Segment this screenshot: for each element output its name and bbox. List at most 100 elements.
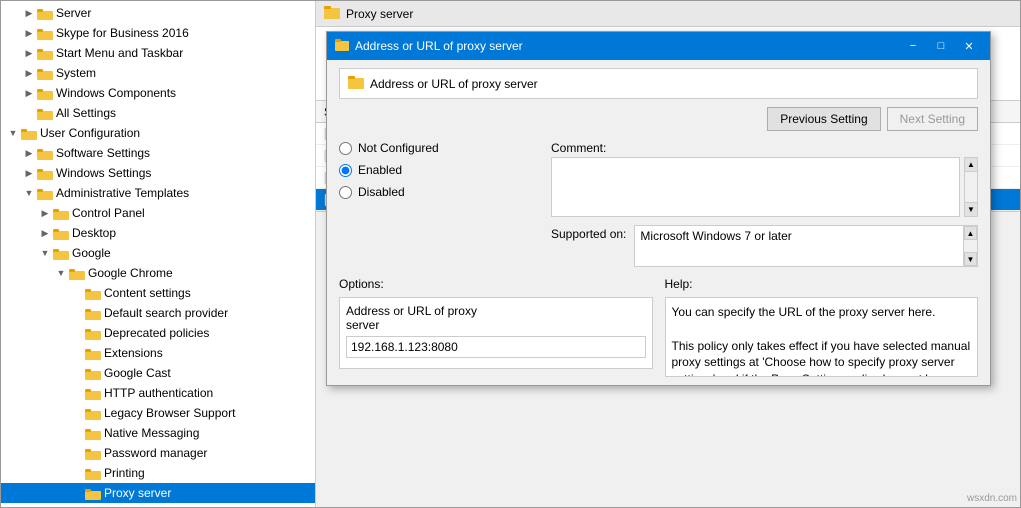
tree-item-googlecast[interactable]: Google Cast — [1, 363, 315, 383]
radio-group: Not Configured Enabled Disabled — [339, 141, 539, 199]
tree-item-label: Native Messaging — [104, 426, 199, 440]
folder-icon — [85, 346, 101, 360]
comment-scroll-up[interactable]: ▲ — [965, 158, 977, 172]
comment-textarea[interactable] — [551, 157, 960, 217]
chevron-icon — [69, 485, 85, 501]
tree-item-userconfig[interactable]: ▼ User Configuration — [1, 123, 315, 143]
tree-item-controlpanel[interactable]: ▶ Control Panel — [1, 203, 315, 223]
chevron-icon — [69, 345, 85, 361]
modal-title-text: Address or URL of proxy server — [355, 39, 523, 53]
radio-enabled[interactable]: Enabled — [339, 163, 539, 177]
tree-item-label: Google Cast — [104, 366, 171, 380]
tree-item-admtemplates[interactable]: ▼ Administrative Templates — [1, 183, 315, 203]
tree-item-label: Content settings — [104, 286, 191, 300]
chevron-icon: ▼ — [37, 245, 53, 261]
tree-item-windowssettings[interactable]: ▶ Windows Settings — [1, 163, 315, 183]
watermark: wsxdn.com — [967, 493, 1017, 504]
comment-scroll-down[interactable]: ▼ — [965, 202, 977, 216]
modal-titlebar: Address or URL of proxy server − □ ✕ — [327, 32, 990, 60]
chevron-icon — [69, 325, 85, 341]
chevron-icon: ▶ — [37, 205, 53, 221]
tree-item-legacybrowser[interactable]: Legacy Browser Support — [1, 403, 315, 423]
tree-item-startmenu[interactable]: ▶ Start Menu and Taskbar — [1, 43, 315, 63]
tree-item-proxyserver[interactable]: Proxy server — [1, 483, 315, 503]
options-box: Address or URL of proxy server — [339, 297, 653, 369]
chevron-icon: ▶ — [21, 85, 37, 101]
tree-item-label: User Configuration — [40, 126, 140, 140]
chevron-icon: ▼ — [5, 125, 21, 141]
folder-icon — [85, 386, 101, 400]
comment-section: Comment: ▲ ▼ — [551, 141, 978, 217]
radio-enabled-input[interactable] — [339, 164, 352, 177]
folder-icon — [69, 266, 85, 280]
right-panel: Proxy server Address or URL of proxy ser… — [316, 1, 1020, 507]
tree-item-label: Deprecated policies — [104, 326, 209, 340]
tree-item-allsettings[interactable]: All Settings — [1, 103, 315, 123]
folder-icon — [37, 146, 53, 160]
folder-icon — [37, 166, 53, 180]
proxy-url-input[interactable] — [346, 336, 646, 358]
chevron-icon — [69, 385, 85, 401]
tree-item-label: Desktop — [72, 226, 116, 240]
tree-item-deprecated[interactable]: Deprecated policies — [1, 323, 315, 343]
tree-item-server[interactable]: ▶ Server — [1, 3, 315, 23]
chevron-icon: ▶ — [21, 165, 37, 181]
chevron-icon — [69, 305, 85, 321]
folder-icon — [85, 466, 101, 480]
policy-header: Proxy server — [316, 1, 1020, 27]
supported-scroll-up[interactable]: ▲ — [964, 226, 977, 240]
next-setting-button[interactable]: Next Setting — [887, 107, 978, 131]
tree-item-label: Windows Settings — [56, 166, 151, 180]
minimize-button[interactable]: − — [900, 35, 926, 57]
options-panel: Options: Address or URL of proxy server — [339, 277, 653, 377]
close-button[interactable]: ✕ — [956, 35, 982, 57]
chevron-icon: ▼ — [53, 265, 69, 281]
tree-item-label: Extensions — [104, 346, 163, 360]
previous-setting-button[interactable]: Previous Setting — [767, 107, 880, 131]
radio-not-configured-label: Not Configured — [358, 141, 439, 155]
tree-item-defaultsearch[interactable]: Default search provider — [1, 303, 315, 323]
help-box: You can specify the URL of the proxy ser… — [665, 297, 979, 377]
tree-item-printing[interactable]: Printing — [1, 463, 315, 483]
tree-item-softwaresettings[interactable]: ▶ Software Settings — [1, 143, 315, 163]
chevron-icon: ▶ — [21, 145, 37, 161]
modal-dialog[interactable]: Address or URL of proxy server − □ ✕ — [326, 31, 991, 386]
tree-item-contentsettings[interactable]: Content settings — [1, 283, 315, 303]
modal-content: Address or URL of proxy server Previous … — [327, 60, 990, 385]
chevron-icon — [69, 505, 85, 507]
tree-item-label: Server — [56, 6, 91, 20]
radio-not-configured-input[interactable] — [339, 142, 352, 155]
modal-bottom: Options: Address or URL of proxy server — [339, 277, 978, 377]
tree-item-desktop[interactable]: ▶ Desktop — [1, 223, 315, 243]
folder-icon — [324, 5, 340, 22]
supported-scroll-down[interactable]: ▼ — [964, 252, 977, 266]
tree-scroll[interactable]: ▶ Server▶ Skype for Business 2016▶ Start… — [1, 1, 315, 507]
options-input-row — [346, 336, 646, 358]
tree-item-passwordmgr[interactable]: Password manager — [1, 443, 315, 463]
folder-icon — [85, 506, 101, 507]
tree-panel: ▶ Server▶ Skype for Business 2016▶ Start… — [1, 1, 316, 507]
radio-disabled-input[interactable] — [339, 186, 352, 199]
tree-item-remoteaccess[interactable]: Remote access — [1, 503, 315, 507]
maximize-button[interactable]: □ — [928, 35, 954, 57]
tree-item-extensions[interactable]: Extensions — [1, 343, 315, 363]
tree-item-google[interactable]: ▼ Google — [1, 243, 315, 263]
radio-not-configured[interactable]: Not Configured — [339, 141, 539, 155]
tree-item-system[interactable]: ▶ System — [1, 63, 315, 83]
radio-disabled[interactable]: Disabled — [339, 185, 539, 199]
modal-subtitle-text: Address or URL of proxy server — [370, 77, 538, 91]
tree-item-httpaauth[interactable]: HTTP authentication — [1, 383, 315, 403]
modal-title-bar-label: Address or URL of proxy server — [335, 38, 523, 55]
tree-item-wincomponents[interactable]: ▶ Windows Components — [1, 83, 315, 103]
tree-item-nativemessaging[interactable]: Native Messaging — [1, 423, 315, 443]
chevron-icon — [69, 445, 85, 461]
tree-item-skype[interactable]: ▶ Skype for Business 2016 — [1, 23, 315, 43]
folder-icon — [85, 406, 101, 420]
comment-label: Comment: — [551, 141, 978, 155]
modal-right-panel: Comment: ▲ ▼ — [551, 141, 978, 267]
chevron-icon — [21, 105, 37, 121]
modal-left-panel: Not Configured Enabled Disabled — [339, 141, 539, 267]
tree-item-googlechrome[interactable]: ▼ Google Chrome — [1, 263, 315, 283]
folder-icon — [53, 246, 69, 260]
chevron-icon — [69, 365, 85, 381]
